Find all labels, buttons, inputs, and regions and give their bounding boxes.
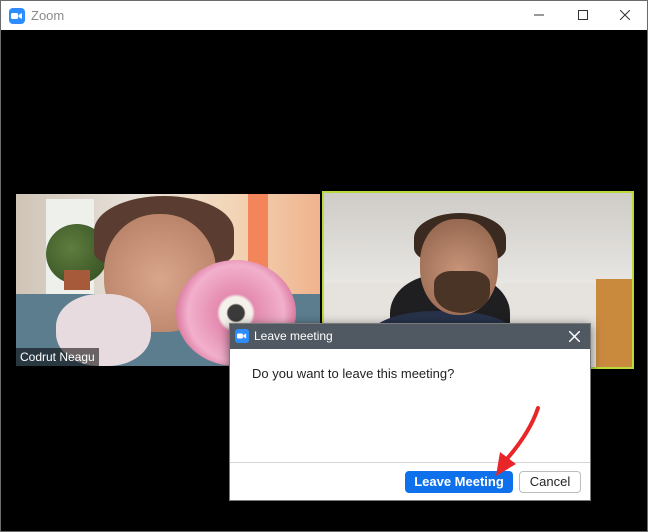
zoom-logo-icon xyxy=(235,329,249,343)
dialog-title: Leave meeting xyxy=(254,329,333,343)
close-icon xyxy=(569,331,580,342)
dialog-message: Do you want to leave this meeting? xyxy=(252,366,455,381)
annotation-arrow-icon xyxy=(496,406,540,476)
maximize-icon xyxy=(578,10,588,20)
dialog-close-button[interactable] xyxy=(566,328,584,346)
title-bar[interactable]: Zoom xyxy=(1,1,647,30)
dialog-title-bar[interactable]: Leave meeting xyxy=(230,324,590,349)
window-title: Zoom xyxy=(31,8,65,23)
zoom-logo-icon xyxy=(9,8,25,24)
minimize-icon xyxy=(534,14,544,16)
close-icon xyxy=(620,10,630,20)
participant-name-label: Codrut Neagu xyxy=(16,348,99,366)
maximize-button[interactable] xyxy=(561,1,605,30)
door-image xyxy=(596,279,632,367)
minimize-button[interactable] xyxy=(517,1,561,30)
close-button[interactable] xyxy=(603,1,647,30)
